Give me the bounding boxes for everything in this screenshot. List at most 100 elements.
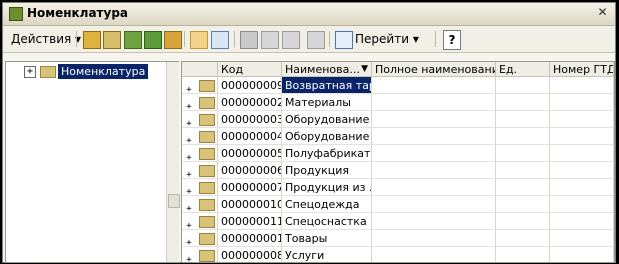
goto-menu[interactable]: Перейти ▾ [355, 30, 419, 48]
header-full-name[interactable]: Полное наименование [372, 62, 496, 77]
history-icon[interactable] [335, 31, 353, 49]
expand-icon[interactable]: + [185, 137, 193, 145]
row-icons[interactable]: + [182, 94, 218, 111]
name-cell[interactable]: Материалы [282, 94, 372, 111]
unit-cell[interactable] [496, 196, 550, 213]
code-cell[interactable]: 000000009 [218, 77, 282, 94]
unit-cell[interactable] [496, 128, 550, 145]
gtd-cell[interactable] [550, 213, 614, 230]
gtd-cell[interactable] [550, 128, 614, 145]
tree-node-label[interactable]: Номенклатура [58, 64, 149, 79]
row-icons[interactable]: + [182, 111, 218, 128]
clear-filter-icon[interactable] [307, 31, 325, 49]
unit-cell[interactable] [496, 247, 550, 262]
filter-icon[interactable] [240, 31, 258, 49]
row-icons[interactable]: + [182, 145, 218, 162]
expand-icon[interactable]: + [185, 188, 193, 196]
header-code[interactable]: Код [218, 62, 282, 77]
name-cell[interactable]: Спецоснастка [282, 213, 372, 230]
header-gtd[interactable]: Номер ГТД [550, 62, 614, 77]
expand-icon[interactable]: + [185, 103, 193, 111]
row-icons[interactable]: + [182, 128, 218, 145]
code-cell[interactable]: 000000006 [218, 162, 282, 179]
full-name-cell[interactable] [372, 162, 496, 179]
gtd-cell[interactable] [550, 94, 614, 111]
full-name-cell[interactable] [372, 196, 496, 213]
code-cell[interactable]: 000000001 [218, 230, 282, 247]
code-cell[interactable]: 000000004 [218, 128, 282, 145]
filter-dropdown-icon[interactable] [282, 31, 300, 49]
header-name[interactable]: Наименова... ▼ [282, 62, 372, 77]
expand-icon[interactable]: + [185, 154, 193, 162]
gtd-cell[interactable] [550, 145, 614, 162]
row-icons[interactable]: + [182, 230, 218, 247]
code-cell[interactable]: 000000007 [218, 179, 282, 196]
delete-icon[interactable] [164, 31, 182, 49]
table-row[interactable]: +000000002 Материалы [182, 94, 614, 111]
hierarchy-icon[interactable] [190, 31, 208, 49]
row-icons[interactable]: + [182, 247, 218, 263]
code-cell[interactable]: 000000010 [218, 196, 282, 213]
name-cell[interactable]: Полуфабрикаты [282, 145, 372, 162]
expand-icon[interactable]: + [185, 171, 193, 179]
full-name-cell[interactable] [372, 145, 496, 162]
full-name-cell[interactable] [372, 247, 496, 262]
name-cell[interactable]: Спецодежда [282, 196, 372, 213]
gtd-cell[interactable] [550, 162, 614, 179]
expand-icon[interactable]: + [185, 205, 193, 213]
row-icons[interactable]: + [182, 196, 218, 213]
expand-icon[interactable]: + [185, 239, 193, 247]
edit-icon[interactable] [144, 31, 162, 49]
table-row[interactable]: +000000008 Услуги [182, 247, 614, 263]
help-button[interactable]: ? [443, 30, 461, 50]
code-cell[interactable]: 000000003 [218, 111, 282, 128]
unit-cell[interactable] [496, 77, 550, 94]
copy-icon[interactable] [124, 31, 142, 49]
code-cell[interactable]: 000000005 [218, 145, 282, 162]
table-row[interactable]: +000000010 Спецодежда [182, 196, 614, 213]
gtd-cell[interactable] [550, 111, 614, 128]
gtd-cell[interactable] [550, 247, 614, 262]
header-unit[interactable]: Ед. [496, 62, 550, 77]
unit-cell[interactable] [496, 111, 550, 128]
table-row[interactable]: +000000007 Продукция из ... [182, 179, 614, 196]
table-row[interactable]: +000000001 Товары [182, 230, 614, 247]
row-icons[interactable]: + [182, 213, 218, 230]
full-name-cell[interactable] [372, 94, 496, 111]
unit-cell[interactable] [496, 162, 550, 179]
unit-cell[interactable] [496, 230, 550, 247]
table-row[interactable]: +000000003Оборудование ... [182, 111, 614, 128]
full-name-cell[interactable] [372, 128, 496, 145]
gtd-cell[interactable] [550, 179, 614, 196]
code-cell[interactable]: 000000011 [218, 213, 282, 230]
unit-cell[interactable] [496, 213, 550, 230]
name-cell[interactable]: Оборудование ... [282, 111, 372, 128]
add-group-icon[interactable] [103, 31, 121, 49]
scrollbar-thumb[interactable] [168, 194, 180, 208]
name-cell[interactable]: Товары [282, 230, 372, 247]
full-name-cell[interactable] [372, 179, 496, 196]
add-item-icon[interactable] [83, 31, 101, 49]
gtd-cell[interactable] [550, 77, 614, 94]
unit-cell[interactable] [496, 145, 550, 162]
full-name-cell[interactable] [372, 111, 496, 128]
refresh-icon[interactable] [211, 31, 229, 49]
gtd-cell[interactable] [550, 230, 614, 247]
full-name-cell[interactable] [372, 230, 496, 247]
table-row[interactable]: +000000004Оборудование ... [182, 128, 614, 145]
name-cell[interactable]: Продукция [282, 162, 372, 179]
code-cell[interactable]: 000000008 [218, 247, 282, 262]
unit-cell[interactable] [496, 94, 550, 111]
tree-scrollbar[interactable] [166, 62, 180, 262]
name-cell[interactable]: Продукция из ... [282, 179, 372, 196]
actions-menu[interactable]: Действия ▾ [11, 30, 81, 48]
table-row[interactable]: +000000011 Спецоснастка [182, 213, 614, 230]
name-cell[interactable]: Оборудование ... [282, 128, 372, 145]
unit-cell[interactable] [496, 179, 550, 196]
expand-icon[interactable]: + [185, 256, 193, 263]
expand-icon[interactable]: + [185, 120, 193, 128]
full-name-cell[interactable] [372, 213, 496, 230]
gtd-cell[interactable] [550, 196, 614, 213]
row-icons[interactable]: + [182, 77, 218, 94]
expand-icon[interactable]: + [185, 86, 193, 94]
